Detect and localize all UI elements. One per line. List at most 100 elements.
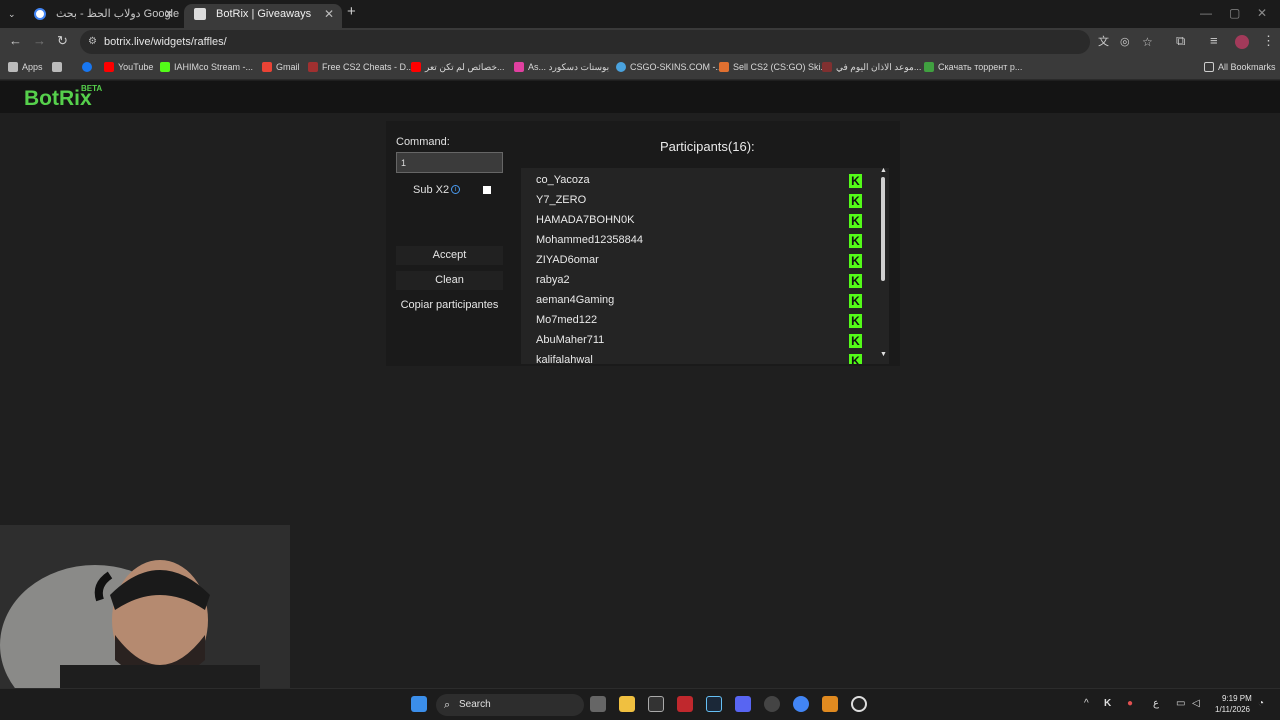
clock-date[interactable]: 1/11/2026 — [1215, 705, 1250, 714]
site-header: BotRix BETA — [0, 81, 1280, 113]
participant-name: Y7_ZERO — [536, 194, 587, 206]
accept-button[interactable]: Accept — [396, 246, 503, 265]
close-tab-icon[interactable]: ✕ — [164, 4, 174, 24]
youtube-icon — [411, 62, 421, 72]
participant-row: HAMADA7BOHN0K K — [536, 212, 866, 232]
task-view-icon[interactable] — [590, 696, 606, 712]
clock-time[interactable]: 9:19 PM — [1222, 694, 1252, 703]
facebook-icon — [82, 62, 92, 72]
notifications-icon[interactable]: ◔ — [1258, 698, 1264, 710]
close-tab-icon[interactable]: ✕ — [324, 4, 334, 24]
chrome-icon[interactable] — [793, 696, 809, 712]
command-input[interactable] — [396, 152, 503, 173]
back-icon[interactable]: ← — [9, 34, 22, 48]
network-icon[interactable]: ▭ — [1176, 698, 1185, 710]
participant-name: aeman4Gaming — [536, 294, 615, 306]
address-bar[interactable]: ⚙ botrix.live/widgets/raffles/ 文 ◎ ☆ — [80, 30, 1153, 54]
extensions-icon[interactable]: ⧉ — [1176, 34, 1185, 48]
kick-badge-icon: K — [849, 334, 862, 348]
app-icon[interactable] — [764, 696, 780, 712]
windows-start-icon[interactable] — [411, 696, 427, 712]
file-explorer-icon[interactable] — [619, 696, 635, 712]
tracking-protection-icon[interactable]: ◎ — [1120, 30, 1130, 54]
webcam-person-image — [0, 525, 290, 688]
bookmark-gmail[interactable]: Gmail — [262, 61, 300, 73]
bookmark-free-cs2-cheats[interactable]: Free CS2 Cheats - D... — [308, 61, 414, 73]
adobe-icon[interactable] — [677, 696, 693, 712]
site-info-icon[interactable]: ⚙ — [88, 30, 97, 54]
participant-name: Mo7med122 — [536, 314, 598, 326]
maximize-icon[interactable]: ▢ — [1229, 6, 1240, 20]
kick-badge-icon: K — [849, 294, 862, 308]
scroll-up-arrow-icon[interactable]: ▲ — [880, 167, 887, 174]
taskbar-search[interactable]: ⌕ Search — [436, 694, 584, 716]
participant-name: HAMADA7BOHN0K — [536, 214, 635, 226]
bookmark-star-icon[interactable]: ☆ — [1142, 30, 1153, 54]
bookmark-prayer-times[interactable]: موعد الاذان اليوم في... — [822, 61, 921, 73]
tab-botrix-giveaways[interactable]: BotRix | Giveaways ✕ — [184, 4, 342, 28]
reload-icon[interactable]: ↻ — [57, 34, 68, 48]
copy-participants-button[interactable]: Copiar participantes — [396, 296, 503, 315]
participant-row: Mohammed12358844 K — [536, 232, 866, 252]
menu-kebab-icon[interactable]: ⋮ — [1262, 34, 1275, 48]
participant-name: AbuMaher711 — [536, 334, 605, 346]
kick-badge-icon: K — [849, 314, 862, 328]
discord-icon[interactable] — [735, 696, 751, 712]
participants-list[interactable]: co_Yacoza K Y7_ZERO K HAMADA7BOHN0K K Moham… — [521, 168, 889, 364]
participants-title: Participants(16): — [660, 139, 755, 154]
kick-badge-icon: K — [849, 214, 862, 228]
youtube-icon — [104, 62, 114, 72]
sub-x2-checkbox[interactable] — [483, 186, 491, 194]
bookmark-iahimco-stream[interactable]: IAHIMco Stream -... — [160, 61, 253, 73]
media-controls-icon[interactable]: ≡ — [1210, 34, 1218, 48]
participant-row: rabya2 K — [536, 272, 866, 292]
participant-row: Y7_ZERO K — [536, 192, 866, 212]
participant-name: rabya2 — [536, 274, 570, 286]
show-hidden-icons-icon[interactable]: ^ — [1084, 698, 1089, 710]
kick-icon — [160, 62, 170, 72]
bookmark-youtube[interactable]: YouTube — [104, 61, 153, 73]
minimize-icon[interactable]: — — [1200, 6, 1212, 20]
clean-button[interactable]: Clean — [396, 271, 503, 290]
obs-icon[interactable] — [851, 696, 867, 712]
raffle-widget: Command: Sub X2 i Accept Clean Copiar pa… — [386, 121, 900, 366]
volume-icon[interactable]: ◁ — [1192, 698, 1200, 710]
beta-badge: BETA — [81, 84, 103, 93]
logitech-icon[interactable] — [648, 696, 664, 712]
search-icon: ⌕ — [444, 699, 451, 711]
kick-badge-icon: K — [849, 194, 862, 208]
all-bookmarks[interactable]: All Bookmarks — [1204, 61, 1276, 73]
participant-row: AbuMaher711 K — [536, 332, 866, 352]
microphone-icon[interactable]: ● — [1127, 698, 1133, 710]
bookmark-youtube-video[interactable]: خصائص لم تكن تعر... — [411, 61, 505, 73]
participant-name: kalifalahwal — [536, 354, 593, 364]
webcam-overlay — [0, 525, 290, 688]
csgo-icon — [616, 62, 626, 72]
gmail-icon — [262, 62, 272, 72]
tab-search-icon[interactable]: ⌄ — [8, 7, 16, 21]
grid-icon — [52, 62, 62, 72]
bookmark-torrent[interactable]: Скачать торрент р... — [924, 61, 1022, 73]
info-icon[interactable]: i — [451, 185, 460, 194]
kick-tray-icon[interactable]: K — [1104, 698, 1111, 710]
sub-x2-label: Sub X2 — [413, 184, 450, 196]
scrollbar-thumb[interactable] — [881, 177, 885, 281]
close-window-icon[interactable]: ✕ — [1257, 6, 1267, 20]
bookmark-sell-cs2[interactable]: Sell CS2 (CS:GO) Ski... — [719, 61, 828, 73]
profile-avatar[interactable] — [1235, 35, 1249, 49]
forward-icon[interactable]: → — [33, 34, 46, 48]
tab-google-search[interactable]: دولاب الحظ - بحث Google ✕ — [24, 4, 182, 28]
steam-icon[interactable] — [706, 696, 722, 712]
bookmarks-bar: Apps YouTube IAHIMco Stream -... Gmail F… — [0, 56, 1280, 80]
bookmark-discord-posts[interactable]: As... بوستات دسكورد — [514, 61, 609, 73]
vlc-icon[interactable] — [822, 696, 838, 712]
bookmark-csgo-skins[interactable]: CSGO-SKINS.COM -... — [616, 61, 723, 73]
url-text: botrix.live/widgets/raffles/ — [104, 36, 227, 48]
language-indicator[interactable]: ع — [1153, 698, 1159, 710]
new-tab-button[interactable]: + — [347, 4, 356, 19]
translate-icon[interactable]: 文 — [1098, 30, 1109, 54]
scroll-down-arrow-icon[interactable]: ▼ — [880, 351, 887, 358]
participant-name: ZIYAD6omar — [536, 254, 599, 266]
bookmark-apps[interactable]: Apps — [8, 61, 43, 73]
kick-badge-icon: K — [849, 234, 862, 248]
